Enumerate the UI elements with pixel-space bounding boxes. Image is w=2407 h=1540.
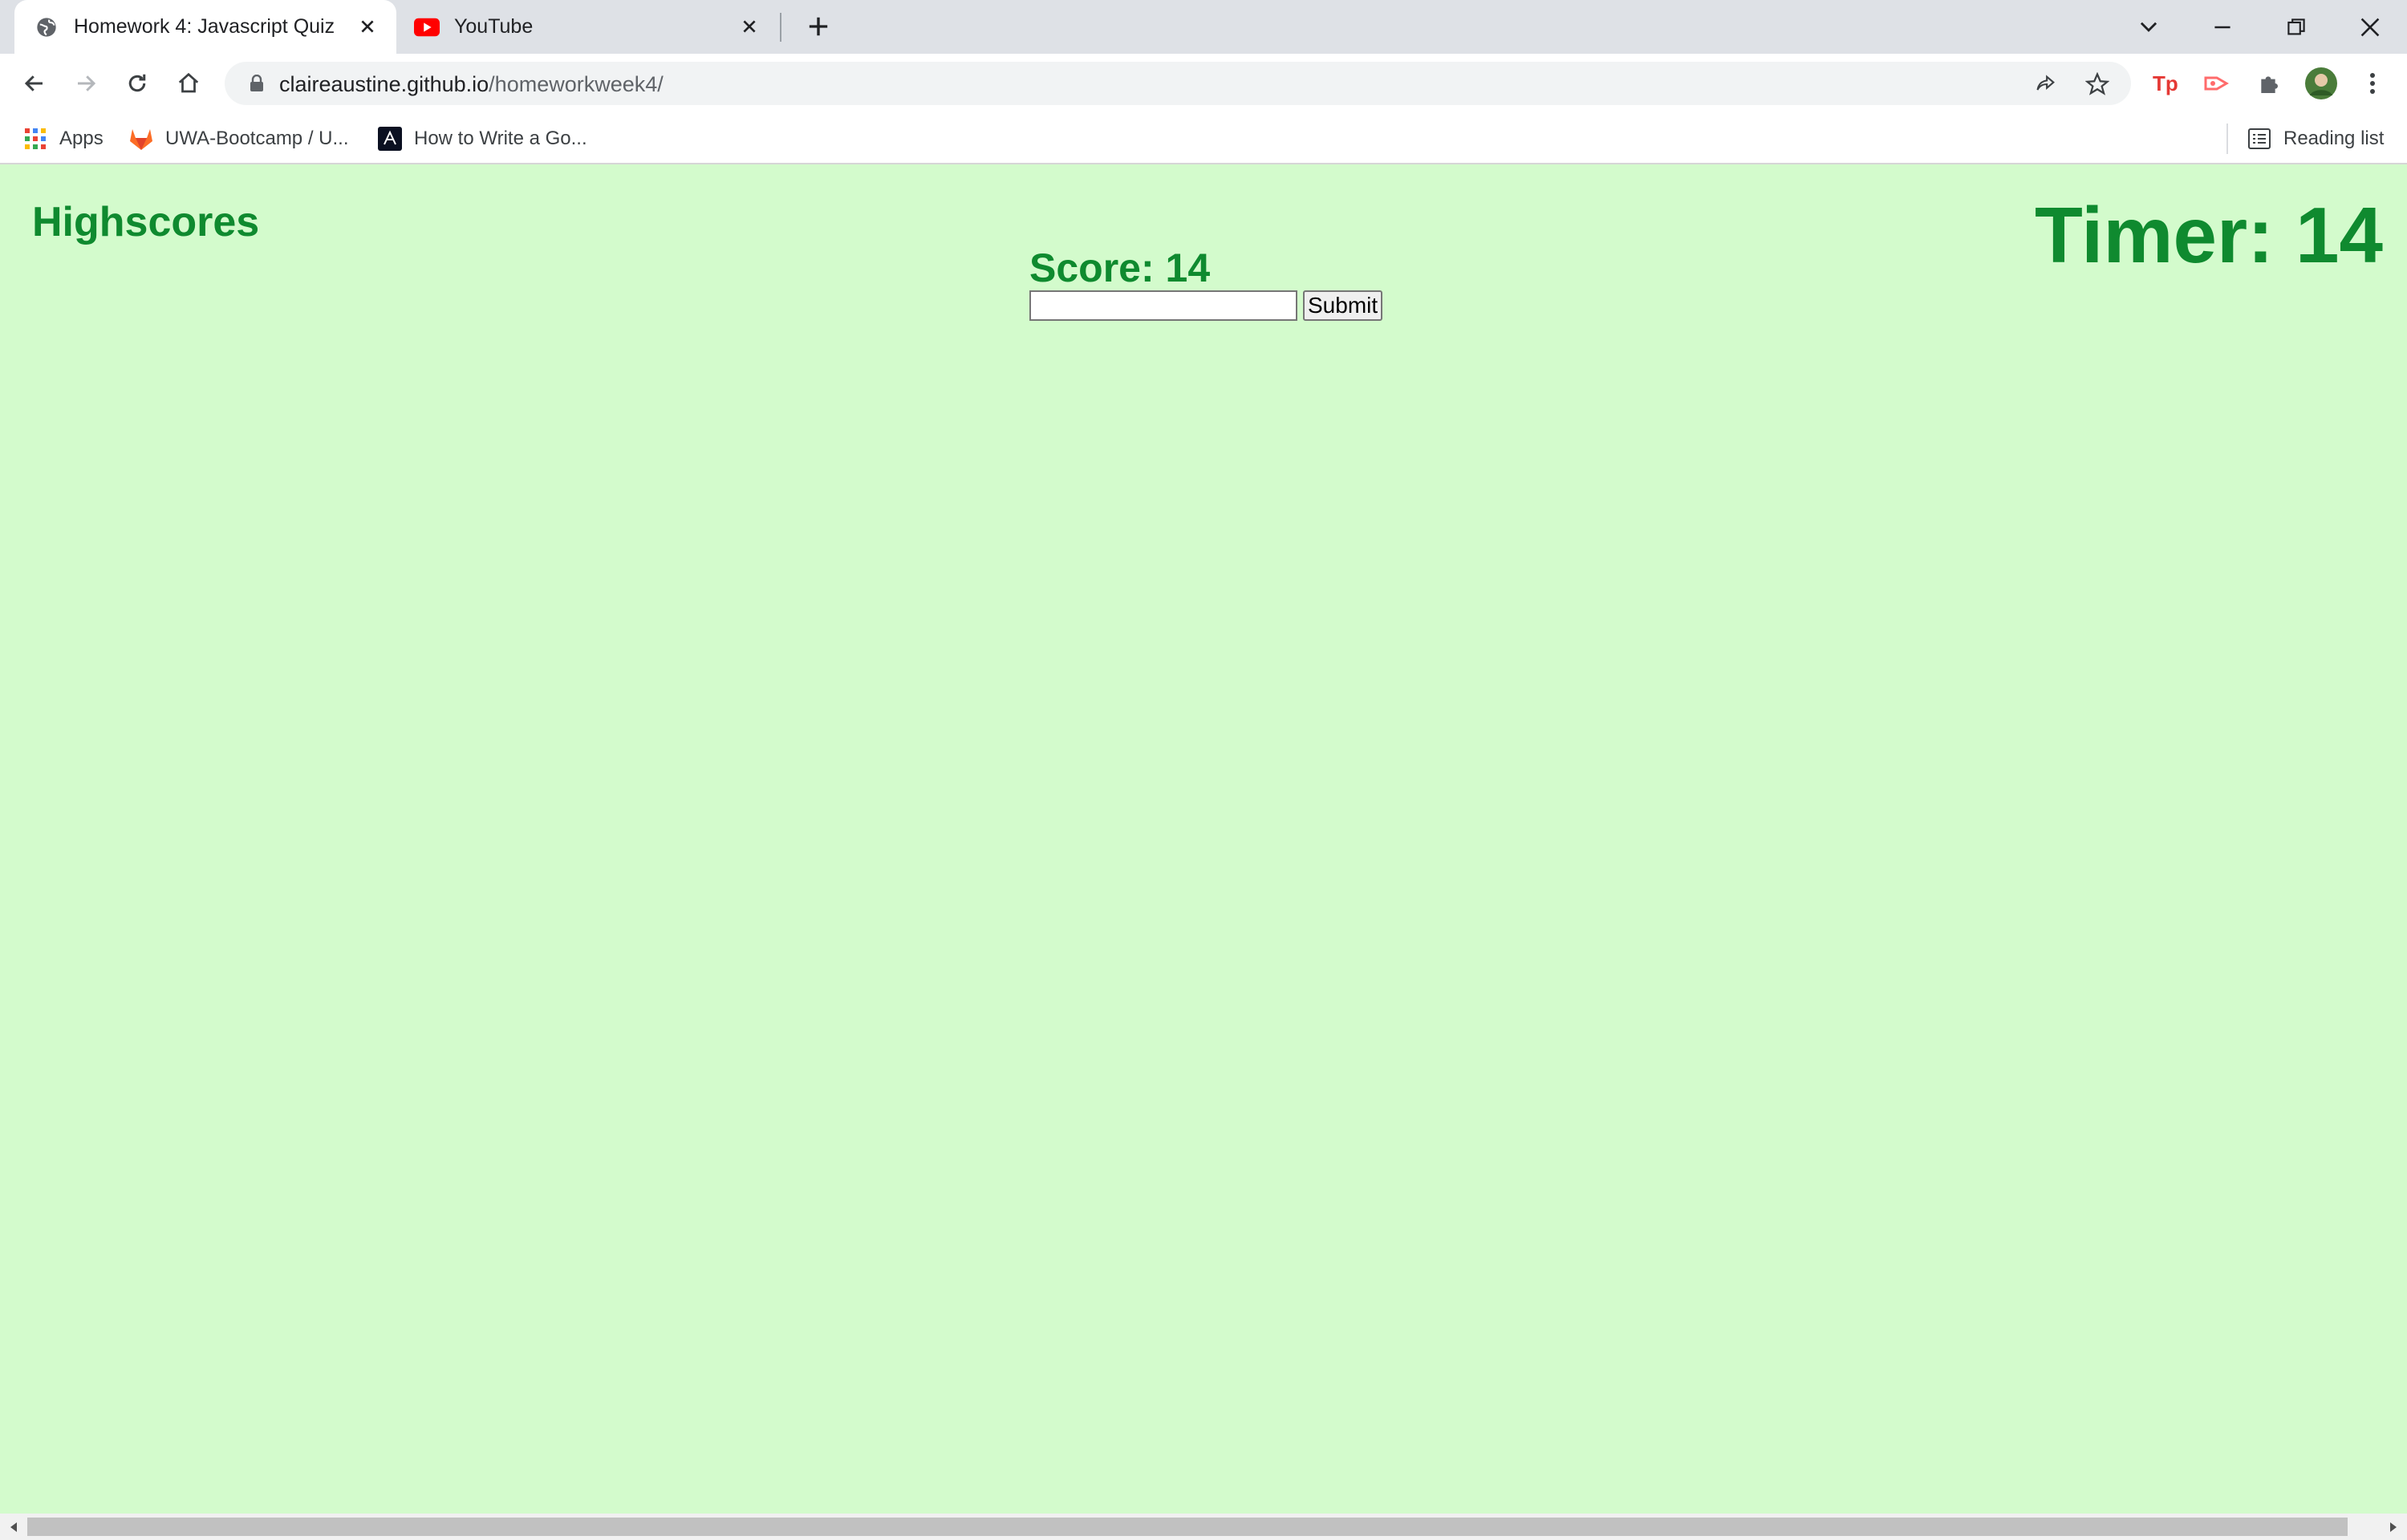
avatar[interactable]	[2303, 65, 2340, 102]
arrow-right-icon	[78, 75, 96, 91]
restore-icon	[2287, 18, 2305, 35]
tp-extension-icon[interactable]: Tp	[2147, 65, 2184, 102]
reload-icon	[128, 74, 146, 92]
plus-icon	[809, 17, 828, 36]
share-icon[interactable]	[2032, 70, 2060, 99]
bookmark-apps[interactable]: Apps	[22, 112, 104, 164]
video-extension-icon[interactable]	[2198, 65, 2235, 102]
reading-list-label: Reading list	[2283, 127, 2385, 149]
url-text: claireaustine.github.io/homeworkweek4/	[279, 72, 664, 96]
quiz-page: Highscores Timer: 14 Score: 14 Submit	[0, 166, 2407, 1514]
new-tab-button[interactable]	[802, 10, 834, 43]
bookmarks-bar: Apps UWA-Bootcamp / U... How to Write a …	[0, 112, 2407, 164]
scroll-right-icon[interactable]	[2381, 1514, 2405, 1540]
lock-icon[interactable]	[247, 74, 266, 93]
chevron-down-icon	[2140, 22, 2157, 32]
url-host: claireaustine.github.io	[279, 72, 489, 96]
tab-strip: Homework 4: Javascript Quiz YouTube	[0, 0, 2407, 54]
scroll-left-icon[interactable]	[2, 1514, 26, 1540]
globe-icon	[34, 14, 59, 40]
initials-input[interactable]	[1029, 290, 1297, 321]
close-icon	[2360, 18, 2380, 37]
back-button[interactable]	[16, 65, 53, 102]
home-icon	[178, 72, 199, 93]
bookmark-uwa-bootcamp[interactable]: UWA-Bootcamp / U...	[128, 112, 349, 164]
puzzle-icon[interactable]	[2251, 65, 2288, 102]
bookmark-label: How to Write a Go...	[414, 127, 587, 149]
scrollbar-thumb[interactable]	[27, 1518, 2348, 1536]
forward-button[interactable]	[67, 65, 104, 102]
youtube-icon	[414, 14, 440, 40]
tab-title: YouTube	[454, 15, 534, 38]
arrow-left-icon	[24, 75, 43, 91]
url-path: /homeworkweek4/	[489, 72, 664, 96]
reading-list-button[interactable]: Reading list	[2247, 112, 2384, 164]
gitlab-icon	[128, 126, 154, 152]
highscores-link[interactable]: Highscores	[32, 198, 259, 246]
home-button[interactable]	[170, 65, 207, 102]
menu-kebab-icon[interactable]	[2354, 65, 2391, 102]
close-tab-icon[interactable]	[355, 14, 380, 39]
site-icon	[377, 126, 403, 152]
tab-youtube[interactable]: YouTube	[401, 0, 778, 54]
score-display: Score: 14	[1029, 245, 1211, 290]
tab-separator	[780, 13, 781, 42]
browser-toolbar: claireaustine.github.io/homeworkweek4/ T…	[0, 54, 2407, 112]
horizontal-scrollbar[interactable]	[0, 1514, 2407, 1540]
apps-grid-icon	[22, 126, 48, 152]
bookmark-label: Apps	[59, 127, 104, 149]
bookmark-star-icon[interactable]	[2083, 70, 2112, 99]
reload-button[interactable]	[119, 65, 156, 102]
address-bar[interactable]: claireaustine.github.io/homeworkweek4/	[225, 62, 2131, 105]
bookmark-how-to-write[interactable]: How to Write a Go...	[377, 112, 587, 164]
timer-display: Timer: 14	[2035, 191, 2383, 279]
bookmarks-separator	[2226, 124, 2228, 154]
submit-button[interactable]: Submit	[1303, 290, 1383, 321]
svg-text:Tp: Tp	[2153, 71, 2178, 95]
reading-list-icon	[2247, 126, 2272, 152]
tab-homework-quiz[interactable]: Homework 4: Javascript Quiz	[14, 0, 396, 54]
tab-title: Homework 4: Javascript Quiz	[74, 15, 335, 38]
minimize-icon	[2214, 26, 2230, 29]
close-tab-icon[interactable]	[737, 14, 762, 39]
tab-search-button[interactable]	[2126, 5, 2171, 50]
restore-button[interactable]	[2274, 5, 2319, 50]
bookmark-label: UWA-Bootcamp / U...	[165, 127, 349, 149]
minimize-button[interactable]	[2200, 5, 2245, 50]
close-window-button[interactable]	[2348, 5, 2393, 50]
